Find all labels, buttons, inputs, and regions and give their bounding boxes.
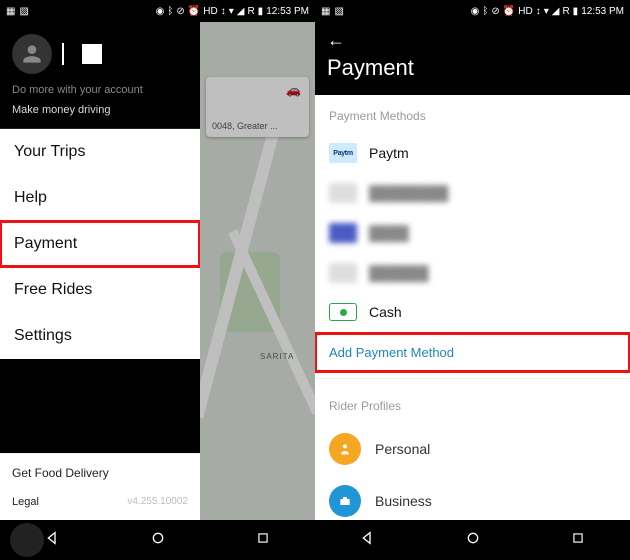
data-icon: ↕ <box>221 6 226 17</box>
card-icon <box>329 183 357 203</box>
notification-icon: ▦ <box>321 6 330 17</box>
alarm-icon: ⏰ <box>503 6 515 17</box>
person-icon <box>19 41 45 67</box>
profile-label: Business <box>375 493 432 509</box>
payment-method-redacted[interactable]: ████████ <box>315 173 630 213</box>
map-background[interactable]: SARITA 🚗 0048, Greater ... <box>200 22 315 520</box>
wifi-icon: ▾ <box>229 6 234 17</box>
payment-method-label: ████████ <box>369 185 448 201</box>
nav-home[interactable] <box>465 530 481 551</box>
android-navbar <box>315 520 630 560</box>
bluetooth-icon: ᛒ <box>167 6 173 17</box>
square-placeholder <box>82 44 102 64</box>
nav-home[interactable] <box>150 530 166 551</box>
roaming-icon: R <box>247 6 254 17</box>
profile-label: Personal <box>375 441 430 457</box>
version-label: v4.255.10002 <box>127 496 188 508</box>
clock: 12:53 PM <box>581 6 624 17</box>
menu-payment[interactable]: Payment <box>0 221 200 267</box>
dnd-icon: ⊘ <box>491 6 499 17</box>
sidebar-drawer: Do more with your account Make money dri… <box>0 22 200 520</box>
android-navbar <box>0 520 315 560</box>
rider-profile-personal[interactable]: Personal <box>315 423 630 475</box>
payment-method-label: Paytm <box>369 145 409 161</box>
right-screenshot: ▦ ▧ ◉ ᛒ ⊘ ⏰ HD ↕ ▾ ◢ R ▮ 12:53 PM ← Paym… <box>315 0 630 560</box>
avatar[interactable] <box>12 34 52 74</box>
alarm-icon: ⏰ <box>188 6 200 17</box>
back-arrow-icon[interactable]: ← <box>327 30 618 51</box>
account-info: Do more with your account Make money dri… <box>0 84 200 129</box>
payment-method-paytm[interactable]: Paytm Paytm <box>315 133 630 173</box>
card-icon <box>329 223 357 243</box>
nav-recent[interactable] <box>571 531 585 550</box>
nav-back[interactable] <box>360 530 376 551</box>
briefcase-icon <box>329 485 361 517</box>
menu-your-trips[interactable]: Your Trips <box>0 129 200 175</box>
add-payment-method[interactable]: Add Payment Method <box>315 333 630 372</box>
legal-link[interactable]: Legal <box>12 496 39 508</box>
bluetooth-icon: ᛒ <box>482 6 488 17</box>
nav-recent[interactable] <box>256 531 270 550</box>
data-icon: ↕ <box>536 6 541 17</box>
dnd-icon: ⊘ <box>176 6 184 17</box>
make-money-link[interactable]: Make money driving <box>12 104 188 116</box>
paytm-icon: Paytm <box>329 143 357 163</box>
sidebar-menu: Your Trips Help Payment Free Rides Setti… <box>0 129 200 359</box>
payment-method-label: ████ <box>369 225 409 241</box>
payment-method-redacted[interactable]: ████ <box>315 213 630 253</box>
menu-help[interactable]: Help <box>0 175 200 221</box>
payment-method-label: Cash <box>369 304 402 320</box>
header: ← Payment <box>315 22 630 95</box>
battery-icon: ▮ <box>258 6 264 17</box>
page-title: Payment <box>327 55 618 81</box>
rider-profile-business[interactable]: Business <box>315 475 630 520</box>
hd-icon: HD <box>518 6 532 17</box>
payment-method-redacted[interactable]: ██████ <box>315 253 630 293</box>
status-bar: ▦ ▧ ◉ ᛒ ⊘ ⏰ HD ↕ ▾ ◢ R ▮ 12:53 PM <box>315 0 630 22</box>
section-rider-profiles: Rider Profiles <box>315 385 630 423</box>
chart-icon: ▧ <box>19 6 28 17</box>
roaming-icon: R <box>562 6 569 17</box>
menu-free-rides[interactable]: Free Rides <box>0 267 200 313</box>
food-delivery-link[interactable]: Get Food Delivery <box>0 454 200 490</box>
sidebar-bottom: Get Food Delivery Legal v4.255.10002 <box>0 453 200 520</box>
payment-method-label: ██████ <box>369 265 429 281</box>
status-bar: ▦ ▧ ◉ ᛒ ⊘ ⏰ HD ↕ ▾ ◢ R ▮ 12:53 PM <box>0 0 315 22</box>
payment-method-cash[interactable]: Cash <box>315 293 630 331</box>
nav-back[interactable] <box>45 530 61 551</box>
location-icon: ◉ <box>156 6 165 17</box>
location-icon: ◉ <box>471 6 480 17</box>
person-icon <box>329 433 361 465</box>
card-icon <box>329 263 357 283</box>
account-hint: Do more with your account <box>12 84 188 96</box>
notification-icon: ▦ <box>6 6 15 17</box>
section-payment-methods: Payment Methods <box>315 95 630 133</box>
cash-icon <box>329 303 357 321</box>
text-cursor <box>62 43 64 65</box>
signal-icon: ◢ <box>237 6 245 17</box>
payment-content: Payment Methods Paytm Paytm ████████ ███… <box>315 95 630 520</box>
left-screenshot: ▦ ▧ ◉ ᛒ ⊘ ⏰ HD ↕ ▾ ◢ R ▮ 12:53 PM Do mor… <box>0 0 315 560</box>
signal-icon: ◢ <box>552 6 560 17</box>
assistant-bubble[interactable] <box>10 523 44 557</box>
divider <box>315 378 630 379</box>
menu-settings[interactable]: Settings <box>0 313 200 359</box>
profile-row[interactable] <box>0 22 200 84</box>
chart-icon: ▧ <box>334 6 343 17</box>
battery-icon: ▮ <box>573 6 579 17</box>
drawer-scrim[interactable] <box>200 22 315 520</box>
hd-icon: HD <box>203 6 217 17</box>
wifi-icon: ▾ <box>544 6 549 17</box>
clock: 12:53 PM <box>266 6 309 17</box>
